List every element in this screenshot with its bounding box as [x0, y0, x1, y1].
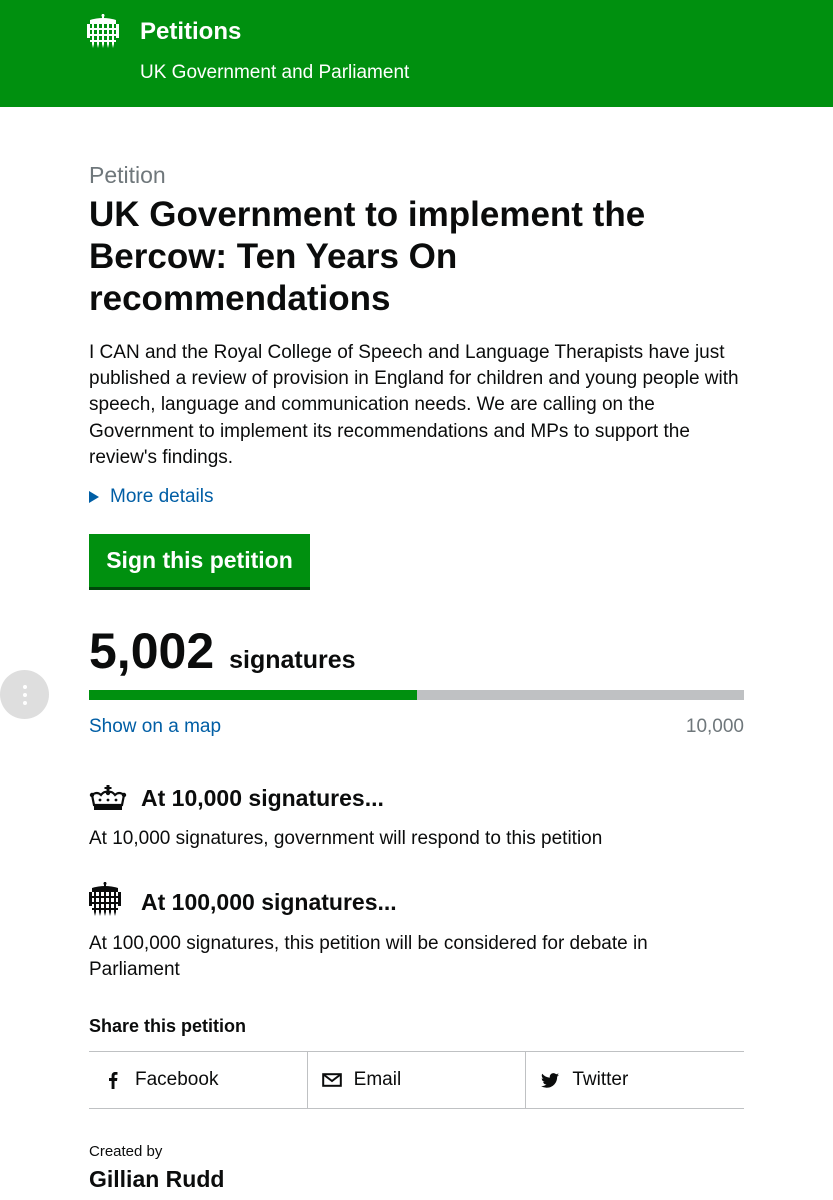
share-facebook-label: Facebook	[135, 1069, 219, 1090]
site-header: Petitions UK Government and Parliament	[0, 0, 833, 107]
share-email-button[interactable]: Email	[306, 1052, 526, 1108]
crown-icon	[89, 785, 127, 810]
portcullis-icon	[87, 14, 119, 48]
signature-count-label: signatures	[229, 646, 356, 674]
portcullis-icon	[89, 882, 121, 916]
threshold-heading: At 100,000 signatures...	[141, 889, 397, 915]
share-twitter-button[interactable]: Twitter	[525, 1052, 744, 1108]
signature-count-number: 5,002	[89, 623, 215, 679]
share-facebook-button[interactable]: Facebook	[89, 1052, 307, 1108]
twitter-icon	[540, 1071, 560, 1089]
signature-goal: 10,000	[685, 716, 744, 737]
petition-summary: I CAN and the Royal College of Speech an…	[89, 342, 739, 468]
more-options-button[interactable]	[0, 670, 49, 719]
sign-petition-button[interactable]: Sign this petition	[89, 534, 310, 587]
share-email-label: Email	[353, 1069, 402, 1090]
vertical-dots-icon	[22, 684, 27, 705]
signature-count: 5,002 signatures	[89, 622, 356, 680]
signature-progress-fill	[89, 690, 417, 700]
facebook-icon	[103, 1071, 123, 1089]
petition-kicker: Petition	[89, 162, 166, 188]
site-subtitle: UK Government and Parliament	[140, 62, 410, 83]
more-details-toggle[interactable]: More details	[89, 486, 214, 508]
share-buttons: Facebook Email Twitter	[89, 1051, 744, 1109]
created-by-label: Created by	[89, 1143, 163, 1160]
more-details-label: More details	[110, 486, 214, 507]
show-on-map-link[interactable]: Show on a map	[89, 716, 221, 738]
email-icon	[321, 1071, 342, 1089]
threshold-text: At 100,000 signatures, this petition wil…	[89, 933, 648, 980]
triangle-right-icon	[89, 491, 99, 503]
page-title: UK Government to implement the Bercow: T…	[89, 195, 646, 318]
threshold-heading: At 10,000 signatures...	[141, 785, 384, 811]
creator-name: Gillian Rudd	[89, 1166, 225, 1192]
share-title: Share this petition	[89, 1016, 247, 1036]
threshold-text: At 10,000 signatures, government will re…	[89, 828, 603, 849]
share-twitter-label: Twitter	[572, 1069, 629, 1090]
site-title[interactable]: Petitions	[140, 18, 241, 46]
signature-progress-bar	[89, 690, 744, 700]
